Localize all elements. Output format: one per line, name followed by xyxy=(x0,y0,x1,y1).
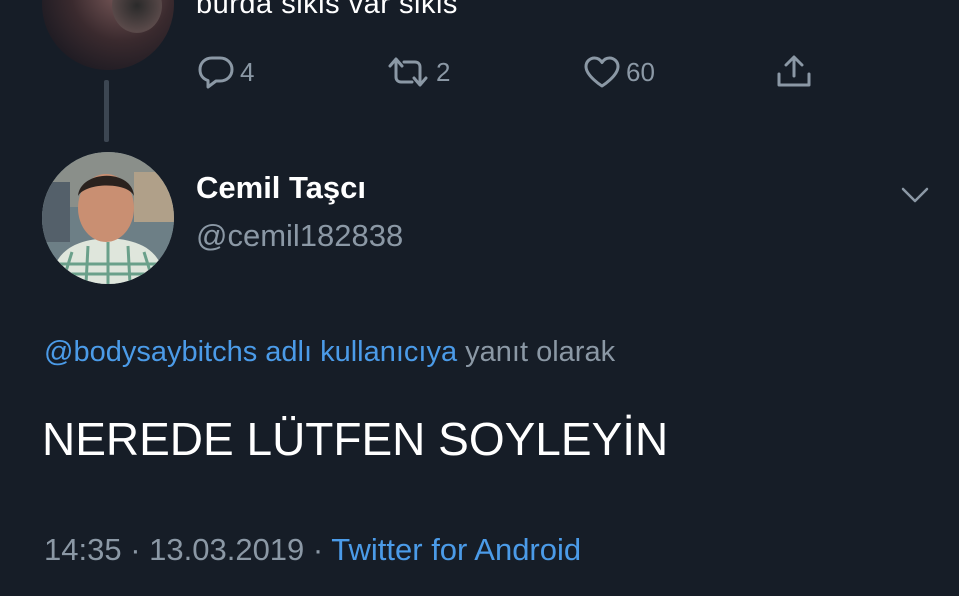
like-icon xyxy=(584,56,620,88)
share-button[interactable] xyxy=(774,54,814,90)
reply-button[interactable]: 4 xyxy=(196,54,254,90)
censor-blur xyxy=(112,0,162,33)
tweet-meta: 14:35 · 13.03.2019 · Twitter for Android xyxy=(44,532,581,568)
reply-to-mention-link[interactable]: @bodysaybitchs adlı kullanıcıya xyxy=(44,336,457,368)
retweet-button[interactable]: 2 xyxy=(384,54,450,90)
reply-count: 4 xyxy=(240,56,255,87)
thread-connector-line xyxy=(104,80,109,142)
tweet-source-link[interactable]: Twitter for Android xyxy=(331,532,581,567)
meta-separator: · xyxy=(304,532,332,567)
author-avatar[interactable] xyxy=(42,152,174,284)
previous-tweet-avatar[interactable] xyxy=(42,0,174,70)
meta-separator: · xyxy=(121,532,150,567)
share-icon xyxy=(777,55,811,87)
reply-to-suffix: yanıt olarak xyxy=(457,336,616,368)
author-photo xyxy=(42,152,174,284)
replying-to-line: @bodysaybitchs adlı kullanıcıya yanıt ol… xyxy=(44,336,615,369)
retweet-count: 2 xyxy=(436,56,451,87)
tweet-date: 13.03.2019 xyxy=(149,532,305,567)
tweet-time: 14:35 xyxy=(44,532,122,567)
author-handle[interactable]: @cemil182838 xyxy=(196,218,403,254)
tweet-text: NEREDE LÜTFEN SOYLEYİN xyxy=(42,413,669,465)
previous-tweet-text: burda sikis var sikis xyxy=(196,0,458,20)
like-count: 60 xyxy=(626,56,655,87)
like-button[interactable]: 60 xyxy=(582,54,655,90)
reply-icon xyxy=(198,56,234,89)
author-name[interactable]: Cemil Taşcı xyxy=(196,170,366,206)
chevron-down-icon[interactable] xyxy=(898,180,932,210)
retweet-icon xyxy=(388,57,428,87)
